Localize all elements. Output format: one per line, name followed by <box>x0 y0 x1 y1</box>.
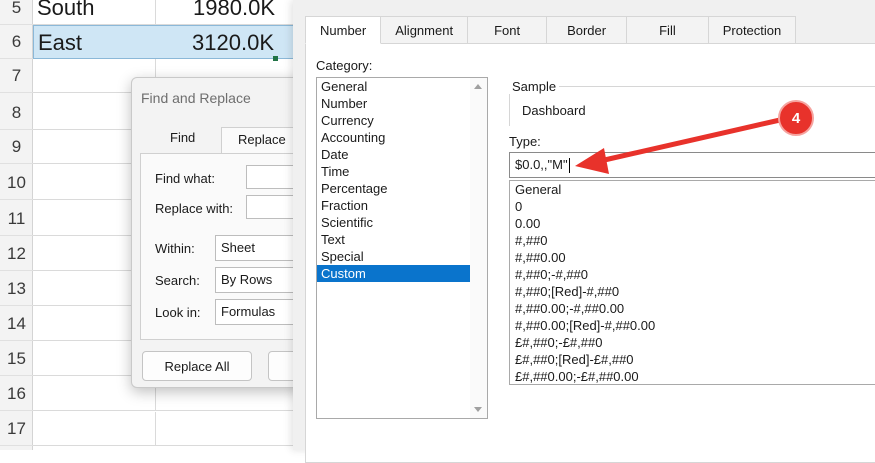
category-item-percentage[interactable]: Percentage <box>317 180 487 197</box>
type-list-item[interactable]: General <box>510 181 875 198</box>
replace-with-label: Replace with: <box>155 201 234 216</box>
find-what-label: Find what: <box>155 171 215 186</box>
dialog-title: Find and Replace <box>141 90 251 106</box>
type-list-item[interactable]: £#,##0;-£#,##0 <box>510 334 875 351</box>
row-header[interactable]: 16 <box>0 377 33 411</box>
tab-border[interactable]: Border <box>547 16 628 44</box>
row-header[interactable]: 12 <box>0 237 33 271</box>
cell-region[interactable]: South <box>37 0 95 25</box>
row-header[interactable]: 9 <box>0 130 33 164</box>
type-list-item[interactable]: #,##0.00;[Red]-#,##0.00 <box>510 317 875 334</box>
category-item-time[interactable]: Time <box>317 163 487 180</box>
cell-region[interactable]: East <box>38 26 82 60</box>
row-header[interactable]: 5 <box>0 0 33 25</box>
cell-value[interactable]: 1980.0K <box>193 0 275 25</box>
tab-protection[interactable]: Protection <box>708 16 797 44</box>
type-list-item[interactable]: 0 <box>510 198 875 215</box>
sample-label: Sample <box>509 79 560 94</box>
category-item-date[interactable]: Date <box>317 146 487 163</box>
type-format-list[interactable]: General 0 0.00 #,##0 #,##0.00 #,##0;-#,#… <box>509 180 875 385</box>
scroll-up-icon[interactable] <box>474 84 482 89</box>
row-header[interactable]: 13 <box>0 272 33 306</box>
format-cells-tabs: Number Alignment Font Border Fill Protec… <box>305 16 797 44</box>
category-item-accounting[interactable]: Accounting <box>317 129 487 146</box>
row-header[interactable]: 14 <box>0 307 33 341</box>
text-caret <box>568 158 570 174</box>
category-scrollbar[interactable] <box>470 78 487 418</box>
type-list-item[interactable]: #,##0.00 <box>510 249 875 266</box>
type-label: Type: <box>509 134 541 149</box>
scroll-down-icon[interactable] <box>474 407 482 412</box>
table-row[interactable] <box>33 412 300 446</box>
category-item-custom[interactable]: Custom <box>317 265 487 282</box>
type-list-item[interactable]: £#,##0.00;-£#,##0.00 <box>510 368 875 384</box>
tab-number[interactable]: Number <box>305 16 382 44</box>
type-list-item[interactable]: 0.00 <box>510 215 875 232</box>
within-label: Within: <box>155 241 195 256</box>
type-list-item[interactable]: #,##0;[Red]-#,##0 <box>510 283 875 300</box>
category-label: Category: <box>316 58 373 73</box>
row-header[interactable]: 7 <box>0 59 33 93</box>
tab-find[interactable]: Find <box>170 130 195 145</box>
table-row-selected[interactable]: East 3120.0K <box>33 25 300 61</box>
tab-alignment[interactable]: Alignment <box>381 16 469 44</box>
row-header[interactable]: 8 <box>0 96 33 130</box>
row-header[interactable]: 17 <box>0 412 33 446</box>
type-list-item[interactable]: #,##0 <box>510 232 875 249</box>
category-item-number[interactable]: Number <box>317 95 487 112</box>
category-item-scientific[interactable]: Scientific <box>317 214 487 231</box>
replace-all-button[interactable]: Replace All <box>142 351 252 381</box>
search-label: Search: <box>155 273 200 288</box>
category-item-special[interactable]: Special <box>317 248 487 265</box>
look-in-label: Look in: <box>155 305 201 320</box>
category-item-general[interactable]: General <box>317 78 487 95</box>
row-header[interactable]: 11 <box>0 202 33 236</box>
type-input-value: $0.0,,"M" <box>515 157 568 172</box>
category-item-fraction[interactable]: Fraction <box>317 197 487 214</box>
table-row[interactable]: South 1980.0K <box>33 0 300 25</box>
type-list-item[interactable]: #,##0;-#,##0 <box>510 266 875 283</box>
format-cells-dialog: Number Alignment Font Border Fill Protec… <box>293 0 875 463</box>
step-number-badge: 4 <box>778 100 814 136</box>
category-list[interactable]: General Number Currency Accounting Date … <box>316 77 488 419</box>
category-item-text[interactable]: Text <box>317 231 487 248</box>
row-header-column: 5 6 7 8 9 10 11 12 13 14 15 16 17 <box>0 0 33 450</box>
row-header[interactable]: 10 <box>0 166 33 200</box>
row-header[interactable]: 15 <box>0 342 33 376</box>
category-item-currency[interactable]: Currency <box>317 112 487 129</box>
sample-value: Dashboard <box>522 103 586 118</box>
row-header[interactable]: 6 <box>0 25 33 59</box>
tab-font[interactable]: Font <box>468 16 548 44</box>
type-list-item[interactable]: £#,##0;[Red]-£#,##0 <box>510 351 875 368</box>
cell-value[interactable]: 3120.0K <box>192 26 274 60</box>
type-list-item[interactable]: #,##0.00;-#,##0.00 <box>510 300 875 317</box>
tab-fill[interactable]: Fill <box>627 16 709 44</box>
type-input[interactable]: $0.0,,"M" <box>509 152 875 178</box>
tab-replace[interactable]: Replace <box>221 127 303 153</box>
